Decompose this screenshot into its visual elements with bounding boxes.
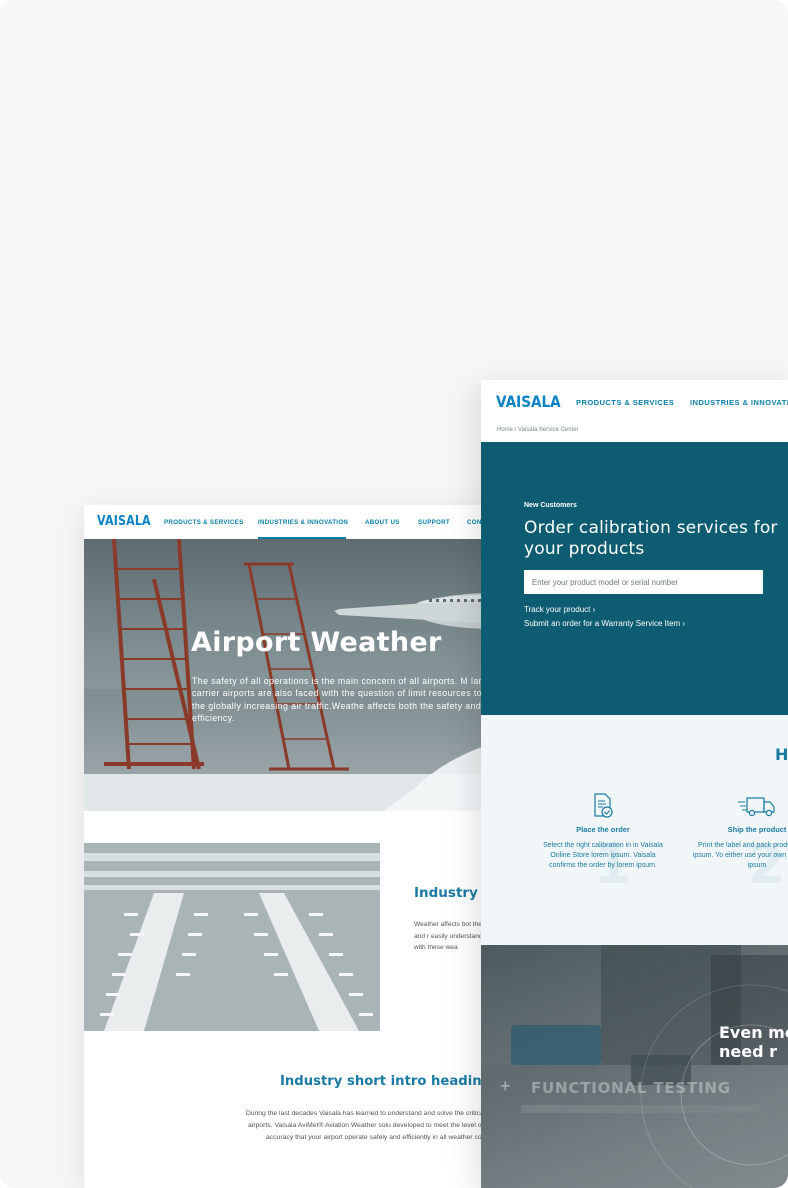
nav-contact[interactable]: CON bbox=[467, 519, 482, 526]
how-it-works-section: H 1 Place the order Select the right cal… bbox=[481, 715, 788, 945]
airport-aerial-image bbox=[84, 843, 380, 1031]
plus-icon[interactable]: + bbox=[500, 1076, 511, 1097]
nav-industries-innovation[interactable]: INDUSTRIES & INNOVATION bbox=[258, 519, 348, 526]
service-center-page: VAISALA PRODUCTS & SERVICES INDUSTRIES &… bbox=[481, 380, 788, 1188]
industry-intro-heading: Industry short intro heading bbox=[280, 1074, 492, 1089]
product-search-input[interactable] bbox=[524, 570, 763, 594]
functional-testing-label: FUNCTIONAL TESTING bbox=[531, 1079, 731, 1097]
vaisala-logo[interactable]: VAISALA bbox=[496, 392, 561, 411]
calibration-hero: New Customers Order calibration services… bbox=[481, 442, 788, 715]
nav-industries-innovation[interactable]: INDUSTRIES & INNOVATIO bbox=[690, 398, 788, 407]
mockup-canvas: VAISALA PRODUCTS & SERVICES INDUSTRIES &… bbox=[0, 0, 788, 1188]
warranty-order-link[interactable]: Submit an order for a Warranty Service I… bbox=[524, 619, 685, 628]
lower-heading: Even measure need r bbox=[719, 1023, 788, 1061]
vaisala-logo[interactable]: VAISALA bbox=[97, 514, 151, 529]
lab-photo-section: + FUNCTIONAL TESTING Even measure need r bbox=[481, 945, 788, 1188]
how-heading: H bbox=[775, 745, 788, 764]
airport-aerial-illustration bbox=[84, 843, 380, 1031]
lab-equipment-image bbox=[481, 945, 788, 1188]
nav-support[interactable]: SUPPORT bbox=[418, 519, 450, 526]
service-navigation: VAISALA PRODUCTS & SERVICES INDUSTRIES &… bbox=[481, 380, 788, 426]
hero-eyebrow: New Customers bbox=[524, 502, 577, 509]
nav-products-services[interactable]: PRODUCTS & SERVICES bbox=[576, 398, 674, 407]
hero-title: Order calibration services for your prod… bbox=[524, 518, 778, 559]
step-ship-product: 2 Ship the product Print the label and p… bbox=[692, 793, 788, 896]
step-number: 1 bbox=[594, 833, 632, 896]
nav-products-services[interactable]: PRODUCTS & SERVICES bbox=[164, 519, 244, 526]
step-number: 2 bbox=[748, 833, 786, 896]
track-product-link[interactable]: Track your product › bbox=[524, 605, 595, 614]
breadcrumb[interactable]: Home / Vaisala Service Center bbox=[497, 427, 579, 433]
step-place-order: 1 Place the order Select the right calib… bbox=[538, 793, 668, 896]
document-check-icon bbox=[594, 793, 613, 818]
hero-title: Airport Weather bbox=[191, 627, 442, 658]
nav-about-us[interactable]: ABOUT US bbox=[365, 519, 400, 526]
delivery-truck-icon bbox=[738, 797, 775, 817]
